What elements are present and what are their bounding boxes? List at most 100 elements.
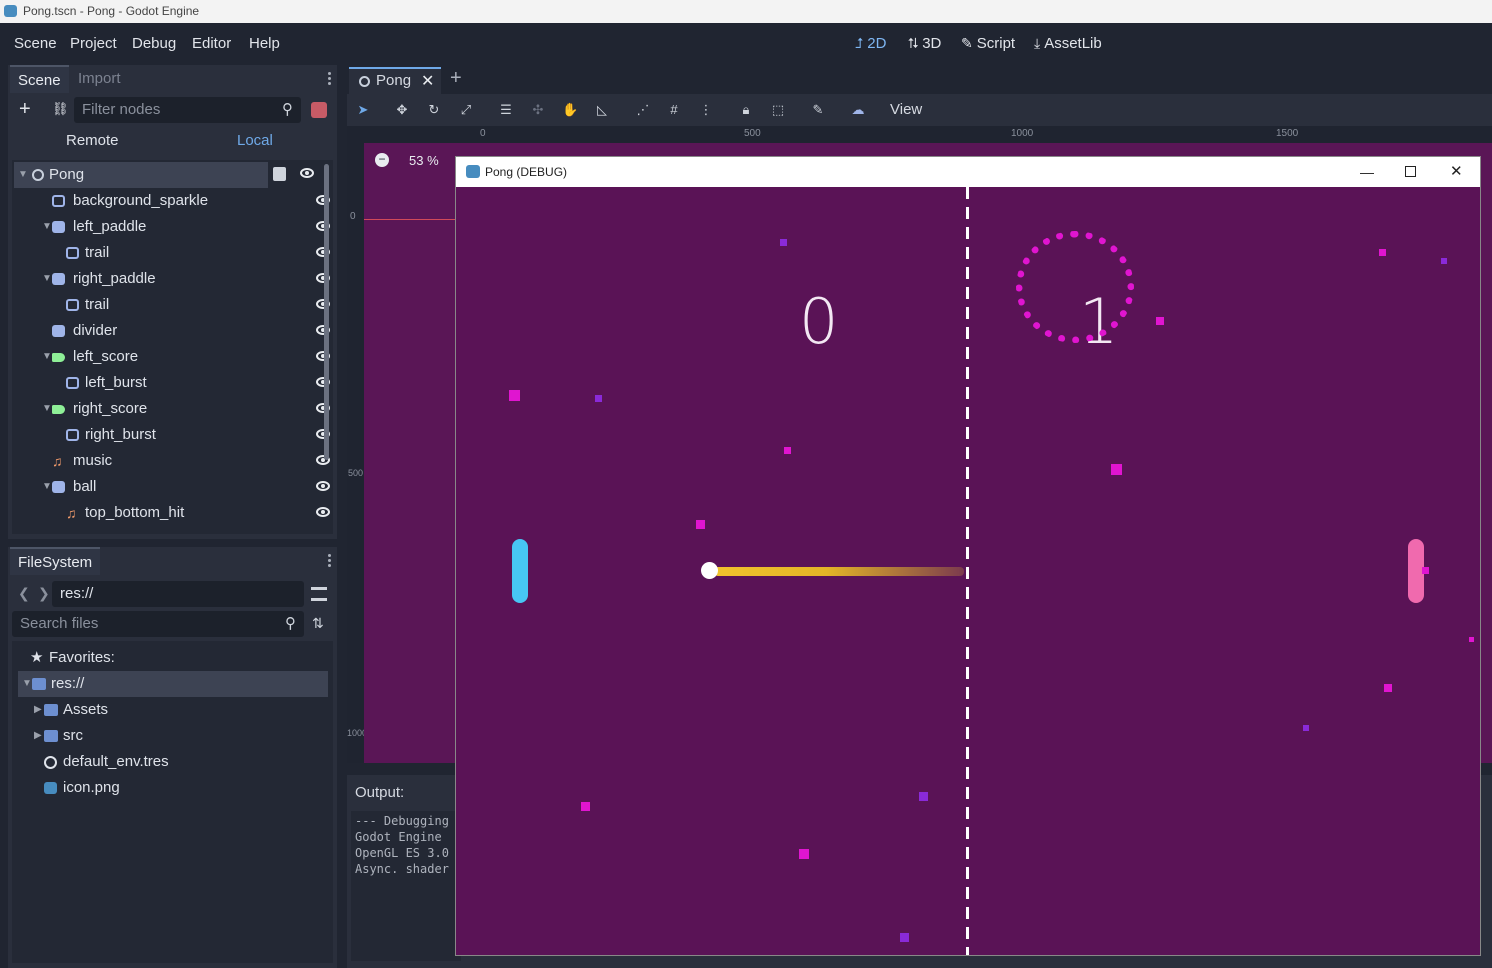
visibility-icon[interactable] bbox=[316, 481, 330, 491]
collapse-arrow-icon[interactable]: ▼ bbox=[42, 474, 52, 500]
game-window-title-bar[interactable]: Pong (DEBUG) — ✕ bbox=[456, 157, 1480, 187]
scene-node[interactable]: ♫ music bbox=[26, 448, 333, 474]
back-arrow-icon[interactable]: ❮ bbox=[18, 585, 30, 602]
path-field[interactable]: res:// bbox=[52, 581, 304, 607]
zoom-level[interactable]: 53 % bbox=[409, 153, 439, 168]
scene-node[interactable]: divider bbox=[26, 318, 333, 344]
right-burst-particles bbox=[1016, 231, 1134, 343]
snap-options-icon[interactable]: ⋮ bbox=[698, 102, 714, 118]
link-icon[interactable]: ⛓ bbox=[52, 101, 69, 117]
menu-editor[interactable]: Editor bbox=[192, 35, 231, 52]
scene-node[interactable]: ▼ left_score bbox=[26, 344, 333, 370]
menu-help[interactable]: Help bbox=[249, 35, 280, 52]
local-tab[interactable]: Local bbox=[237, 132, 273, 149]
expand-arrow-icon[interactable]: ▶ bbox=[34, 723, 42, 749]
collapse-arrow-icon[interactable]: ▼ bbox=[42, 396, 52, 422]
pivot-tool-icon[interactable]: ✣ bbox=[530, 102, 546, 118]
menu-project[interactable]: Project bbox=[70, 35, 117, 52]
scrollbar[interactable] bbox=[324, 164, 329, 460]
minimize-icon[interactable]: — bbox=[1360, 157, 1374, 187]
filesystem-menu-icon[interactable] bbox=[327, 553, 331, 569]
tab-filesystem[interactable]: FileSystem bbox=[10, 547, 101, 575]
scene-dock-menu-icon[interactable] bbox=[327, 71, 331, 87]
bone-icon[interactable]: ✎ bbox=[810, 102, 826, 118]
expand-arrow-icon[interactable]: ▶ bbox=[34, 697, 42, 723]
scene-node[interactable]: ♫ top_bottom_hit bbox=[26, 500, 333, 526]
godot-logo-icon bbox=[466, 165, 480, 178]
particles-icon bbox=[66, 377, 79, 389]
menu-debug[interactable]: Debug bbox=[132, 35, 176, 52]
file-item-src[interactable]: ▶ src bbox=[18, 723, 330, 749]
add-node-icon[interactable]: + bbox=[19, 99, 35, 119]
group-icon[interactable]: ⬚ bbox=[770, 102, 786, 118]
sparkle bbox=[595, 395, 602, 402]
scene-node[interactable]: left_burst bbox=[26, 370, 333, 396]
scene-node[interactable]: ▼ left_paddle bbox=[26, 214, 333, 240]
visibility-icon[interactable] bbox=[316, 507, 330, 517]
remote-tab[interactable]: Remote bbox=[66, 132, 119, 149]
menu-scene[interactable]: Scene bbox=[14, 35, 57, 52]
scene-node-pong[interactable]: ▼ Pong bbox=[14, 162, 268, 188]
scene-node[interactable]: trail bbox=[26, 240, 333, 266]
collapse-arrow-icon[interactable]: ▼ bbox=[22, 671, 32, 697]
scene-dock: Scene Import + ⛓ Filter nodes ⚲ Remote L… bbox=[8, 65, 337, 539]
collapse-arrow-icon[interactable]: ▼ bbox=[42, 214, 52, 240]
list-view-icon[interactable] bbox=[311, 587, 327, 601]
tab-pong[interactable]: Pong ✕ bbox=[349, 67, 441, 94]
collapse-arrow-icon[interactable]: ▼ bbox=[42, 266, 52, 292]
tab-import[interactable]: Import bbox=[70, 65, 129, 93]
grid-snap-icon[interactable]: # bbox=[666, 102, 682, 118]
sparkle bbox=[581, 802, 590, 811]
scene-node[interactable]: ▼ right_paddle bbox=[26, 266, 333, 292]
view-menu[interactable]: View bbox=[890, 101, 922, 118]
scene-node[interactable]: trail bbox=[26, 292, 333, 318]
favorites-item[interactable]: ★ Favorites: bbox=[18, 645, 330, 671]
collapse-arrow-icon[interactable]: ▼ bbox=[18, 162, 28, 188]
lock-icon[interactable]: 🔒︎ bbox=[738, 102, 754, 118]
godot-logo-icon bbox=[4, 5, 17, 17]
pan-tool-icon[interactable]: ✋ bbox=[562, 102, 578, 118]
forward-arrow-icon[interactable]: ❯ bbox=[38, 585, 50, 602]
workspace-2d-button[interactable]: ⮥ 2D bbox=[855, 35, 886, 52]
maximize-icon[interactable] bbox=[1405, 166, 1416, 177]
area2d-icon bbox=[52, 221, 65, 233]
file-item-res[interactable]: ▼ res:// bbox=[18, 671, 328, 697]
file-item-icon-png[interactable]: icon.png bbox=[18, 775, 330, 801]
ruler-tool-icon[interactable]: ◺ bbox=[594, 102, 610, 118]
sort-icon[interactable]: ⇅ bbox=[312, 615, 324, 632]
scene-node[interactable]: right_burst bbox=[26, 422, 333, 448]
scene-node[interactable]: ▼ ball bbox=[26, 474, 333, 500]
new-scene-tab-icon[interactable]: + bbox=[450, 67, 462, 90]
filesystem-dock: FileSystem ❮ ❯ res:// Search files ⚲ ⇅ ★… bbox=[8, 547, 337, 968]
scene-node[interactable]: background_sparkle bbox=[26, 188, 333, 214]
scale-tool-icon[interactable]: ⤢ bbox=[458, 102, 474, 118]
collapse-arrow-icon[interactable]: ▼ bbox=[42, 344, 52, 370]
file-item-assets[interactable]: ▶ Assets bbox=[18, 697, 330, 723]
list-select-icon[interactable]: ☰ bbox=[498, 102, 514, 118]
game-viewport[interactable]: 0 1 bbox=[456, 187, 1480, 955]
workspace-script-button[interactable]: ✎ Script bbox=[961, 35, 1015, 52]
visibility-icon[interactable] bbox=[300, 168, 314, 178]
sparkle bbox=[780, 239, 787, 246]
script-remove-icon[interactable] bbox=[311, 102, 327, 118]
game-debug-window[interactable]: Pong (DEBUG) — ✕ 0 1 bbox=[455, 156, 1481, 956]
tab-scene[interactable]: Scene bbox=[10, 65, 69, 93]
smart-snap-icon[interactable]: ⋰ bbox=[635, 102, 651, 118]
close-tab-icon[interactable]: ✕ bbox=[421, 71, 434, 91]
zoom-out-icon[interactable]: − bbox=[375, 153, 389, 167]
workspace-assetlib-button[interactable]: ⤓ AssetLib bbox=[1034, 35, 1102, 52]
scene-node[interactable]: ▼ right_score bbox=[26, 396, 333, 422]
filter-nodes-input[interactable]: Filter nodes ⚲ bbox=[74, 97, 301, 123]
file-item-default-env[interactable]: default_env.tres bbox=[18, 749, 330, 775]
search-icon: ⚲ bbox=[285, 615, 296, 632]
close-icon[interactable]: ✕ bbox=[1450, 157, 1463, 187]
move-tool-icon[interactable]: ✥ bbox=[394, 102, 410, 118]
workspace-3d-button[interactable]: ⮁ 3D bbox=[907, 35, 941, 52]
sparkle bbox=[1156, 317, 1164, 325]
select-tool-icon[interactable]: ➤ bbox=[355, 102, 371, 118]
sparkle bbox=[1303, 725, 1309, 731]
rotate-tool-icon[interactable]: ↻ bbox=[426, 102, 442, 118]
search-files-input[interactable]: Search files ⚲ bbox=[12, 611, 304, 637]
script-icon[interactable] bbox=[273, 167, 286, 181]
camera-icon[interactable]: ☁ bbox=[850, 102, 866, 118]
